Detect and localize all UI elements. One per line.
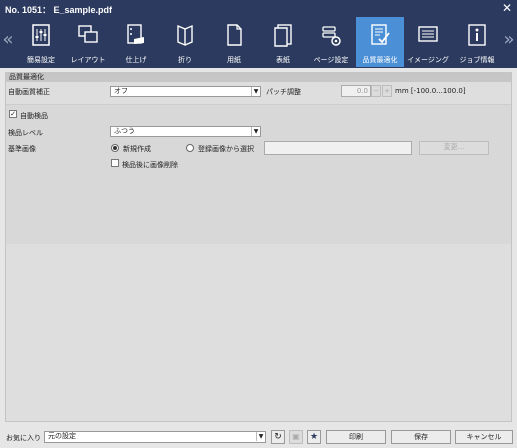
tab-job-info[interactable]: ジョブ情報: [453, 17, 501, 67]
inspection-level-select[interactable]: ふつう ▼: [110, 126, 261, 137]
auto-inspection-label: 自動検品: [20, 112, 48, 120]
tab-label: イメージング: [407, 56, 449, 64]
favorites-select[interactable]: 元の設定 ▼: [44, 431, 266, 443]
tab-simple-settings[interactable]: 簡易設定: [17, 17, 65, 67]
favorites-value: 元の設定: [48, 432, 76, 440]
save-button[interactable]: 保存: [391, 430, 451, 444]
radio-new-label: 新規作成: [123, 145, 151, 153]
title-bar: No. 1051： E_sample.pdf ✕: [0, 0, 517, 17]
add-favorite-button[interactable]: ★: [307, 430, 321, 444]
chevron-down-icon: ▼: [256, 432, 265, 441]
tab-label: 簡易設定: [27, 56, 55, 64]
page-settings-icon: [322, 26, 341, 46]
patch-decrement-button[interactable]: −: [371, 85, 381, 97]
patch-unit-label: mm [-100.0...100.0]: [395, 87, 466, 95]
finishing-icon: [127, 24, 144, 44]
paper-icon: [227, 24, 242, 46]
inspection-level-label: 検品レベル: [8, 129, 43, 137]
chevron-down-icon: ▼: [251, 127, 260, 136]
scroll-right-icon[interactable]: »: [502, 29, 516, 57]
tab-label: 品質最適化: [362, 56, 398, 64]
favorites-label: お気に入り: [6, 434, 41, 442]
tab-label: レイアウト: [70, 56, 106, 64]
auto-inspection-group: ✓ 自動検品 検品レベル ふつう ▼ 基準画像 新規作成 登録画像から選択 変更…: [6, 104, 511, 244]
refresh-button[interactable]: ↻: [271, 430, 285, 444]
imaging-icon: [418, 26, 438, 42]
tab-quality-optimization[interactable]: 品質最適化: [356, 17, 404, 67]
patch-adjust-value: 0.0: [356, 87, 368, 95]
star-icon: ★: [309, 432, 319, 442]
reference-image-label: 基準画像: [8, 145, 36, 153]
disk-icon: ▣: [292, 432, 300, 441]
cover-icon: [274, 24, 292, 47]
patch-adjust-field[interactable]: 0.0: [341, 85, 371, 97]
close-icon[interactable]: ✕: [502, 1, 512, 15]
save-favorite-button[interactable]: ▣: [289, 430, 303, 444]
quality-panel: 品質最適化 自動画質補正 オフ ▼ パッチ調整 0.0 − + mm [-100…: [5, 72, 512, 422]
delete-after-checkbox[interactable]: [111, 159, 119, 167]
tab-fold[interactable]: 折り: [161, 17, 209, 67]
patch-increment-button[interactable]: +: [382, 85, 392, 97]
tab-paper[interactable]: 用紙: [210, 17, 258, 67]
delete-after-label: 検品後に画像削除: [122, 161, 178, 169]
tab-imaging[interactable]: イメージング: [404, 17, 452, 67]
layout-icon: [78, 25, 98, 43]
tab-label: ページ設定: [313, 56, 349, 64]
tab-cover[interactable]: 表紙: [259, 17, 307, 67]
radio-new[interactable]: [111, 144, 119, 152]
patch-adjust-label: パッチ調整: [266, 88, 301, 96]
print-button[interactable]: 印刷: [326, 430, 386, 444]
tab-label: 用紙: [227, 56, 241, 64]
tab-label: 折り: [178, 56, 192, 64]
auto-correction-value: オフ: [114, 87, 128, 95]
tab-toolbar: « 簡易設定 レイアウト 仕上げ 折り 用紙 表紙 ページ設定 品質最適化 イメ…: [0, 17, 517, 68]
footer-bar: お気に入り 元の設定 ▼ ↻ ▣ ★ 印刷 保存 キャンセル: [0, 426, 517, 448]
window-title: No. 1051： E_sample.pdf: [5, 5, 113, 15]
auto-correction-select[interactable]: オフ ▼: [110, 86, 261, 97]
auto-correction-label: 自動画質補正: [8, 88, 50, 96]
change-button[interactable]: 変更...: [419, 141, 489, 155]
tab-label: 仕上げ: [125, 56, 147, 64]
tab-page-settings[interactable]: ページ設定: [307, 17, 355, 67]
fold-icon: [177, 24, 193, 47]
tab-label: ジョブ情報: [459, 56, 495, 64]
refresh-icon: ↻: [274, 432, 282, 442]
scroll-left-icon[interactable]: «: [1, 29, 15, 57]
inspection-level-value: ふつう: [114, 127, 135, 135]
tab-finishing[interactable]: 仕上げ: [112, 17, 160, 67]
radio-registered-label: 登録画像から選択: [198, 145, 254, 153]
tab-label: 表紙: [276, 56, 290, 64]
cancel-button[interactable]: キャンセル: [455, 430, 513, 444]
job-info-icon: [468, 24, 486, 46]
radio-registered[interactable]: [186, 144, 194, 152]
auto-inspection-checkbox[interactable]: ✓: [9, 110, 17, 118]
quality-optimization-icon: [371, 24, 390, 45]
chevron-down-icon: ▼: [251, 87, 260, 96]
simple-settings-icon: [32, 24, 50, 46]
section-title: 品質最適化: [6, 73, 511, 82]
tab-layout[interactable]: レイアウト: [64, 17, 112, 67]
reference-image-field[interactable]: [264, 141, 412, 155]
